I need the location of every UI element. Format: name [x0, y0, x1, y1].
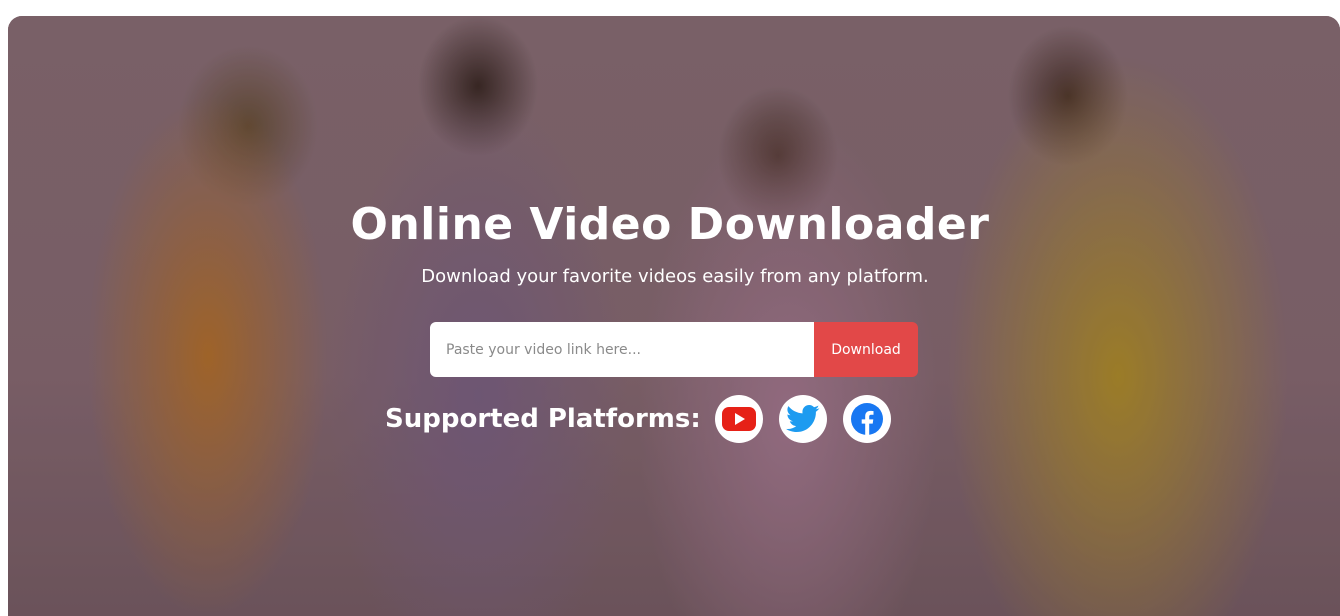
supported-platforms-label: Supported Platforms: — [385, 404, 701, 434]
twitter-link[interactable] — [778, 395, 827, 443]
youtube-icon — [721, 407, 756, 431]
hero-banner — [8, 16, 1340, 616]
download-button[interactable]: Download — [814, 322, 918, 377]
download-form: Download — [430, 322, 918, 377]
youtube-link[interactable] — [714, 395, 763, 443]
twitter-icon — [785, 404, 820, 433]
supported-platforms: Supported Platforms: — [385, 394, 891, 444]
video-link-input[interactable] — [430, 322, 814, 377]
hero-overlay — [8, 16, 1340, 616]
page-title: Online Video Downloader — [350, 199, 990, 250]
page-subtitle: Download your favorite videos easily fro… — [421, 266, 929, 287]
facebook-icon — [850, 403, 883, 435]
facebook-link[interactable] — [842, 395, 891, 443]
